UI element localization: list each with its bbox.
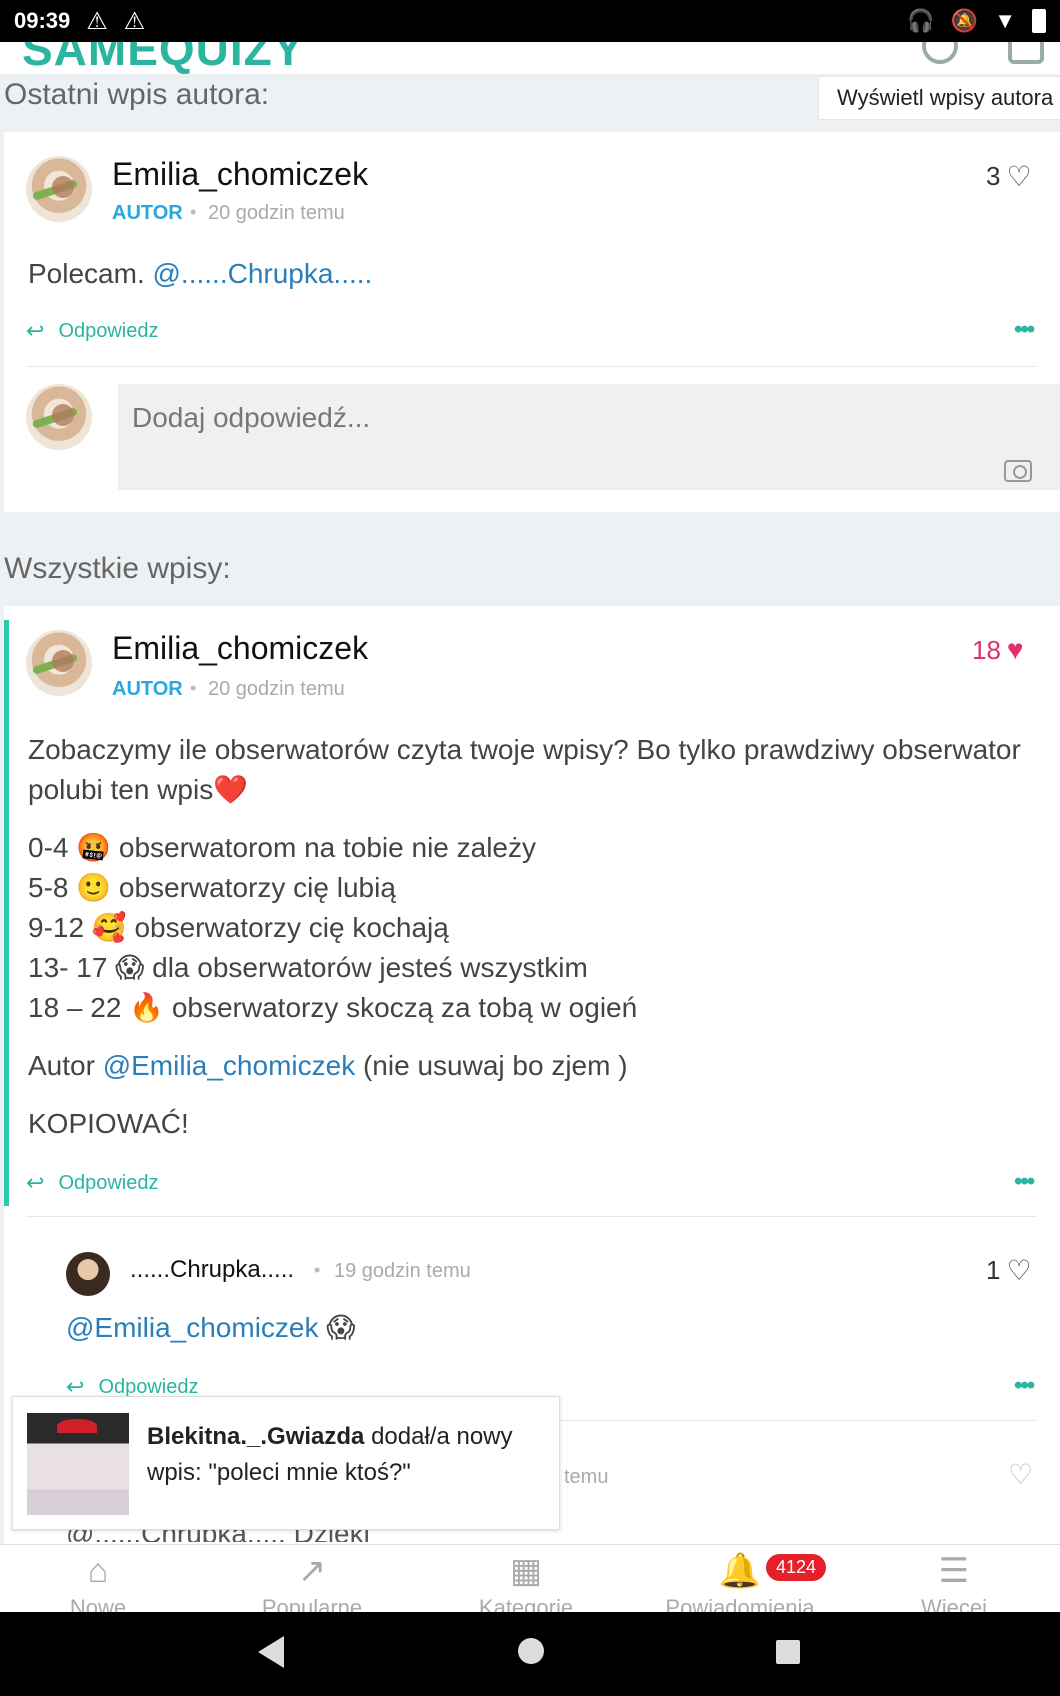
status-bar: 09:39 ⚠ ⚠ 🎧 🔕 ▼ xyxy=(0,0,1060,42)
separator-dot: • xyxy=(190,202,197,222)
post-intro: Zobaczymy ile obserwatorów czyta twoje w… xyxy=(28,734,1021,805)
trending-icon: ↗ xyxy=(297,1552,327,1590)
avatar[interactable] xyxy=(26,156,92,222)
comment-avatar[interactable] xyxy=(66,1252,110,1296)
home-icon: ⌂ xyxy=(87,1552,109,1590)
headset-icon: 🎧 xyxy=(907,8,935,33)
app-logo[interactable]: SAMEQUIZY xyxy=(22,42,304,74)
mention-link[interactable]: @Emilia_chomiczek xyxy=(103,1050,356,1081)
nav-item-more[interactable]: ☰ Więcej xyxy=(848,1545,1060,1621)
post-line: 9-12 🥰 obserwatorzy cię kochają xyxy=(28,912,449,943)
comment-like-button[interactable]: ♡ xyxy=(1008,1458,1033,1491)
author-role-badge: AUTOR xyxy=(112,202,183,224)
notifications-badge: 4124 xyxy=(766,1554,827,1581)
post-time: 20 godzin temu xyxy=(208,678,345,700)
warning-icon: ⚠ xyxy=(123,7,146,35)
divider xyxy=(26,366,1036,367)
toast-message: Blekitna._.Gwiazda dodał/a nowy wpis: "p… xyxy=(147,1419,547,1491)
section-title-all: Wszystkie wpisy: xyxy=(4,552,231,585)
like-button[interactable]: 3 ♡ xyxy=(986,160,1032,193)
battery-icon xyxy=(1032,9,1046,33)
current-user-avatar xyxy=(26,384,92,450)
app-header: SAMEQUIZY xyxy=(0,42,1060,74)
home-button-icon[interactable] xyxy=(518,1638,544,1664)
heart-filled-icon: ♥ xyxy=(1006,634,1024,665)
post-autor-line: Autor @Emilia_chomiczek (nie usuwaj bo z… xyxy=(28,1046,628,1086)
post-time: 20 godzin temu xyxy=(208,202,345,224)
comment-username[interactable]: ......Chrupka..... xyxy=(130,1256,294,1284)
separator-dot: • xyxy=(190,678,197,698)
show-author-posts-button[interactable]: Wyświetl wpisy autora xyxy=(818,76,1060,120)
post-text: Polecam. @......Chrupka..... xyxy=(28,254,372,294)
heart-outline-icon: ♡ xyxy=(1008,1459,1034,1490)
post-line: 18 – 22 🔥 obserwatorzy skoczą za tobą w … xyxy=(28,992,638,1023)
status-time: 09:39 xyxy=(14,8,71,33)
mention-link[interactable]: @Emilia_chomiczek xyxy=(66,1312,319,1343)
new-post-toast[interactable]: Blekitna._.Gwiazda dodał/a nowy wpis: "p… xyxy=(12,1396,560,1530)
menu-icon: ☰ xyxy=(938,1552,970,1590)
system-navigation-bar xyxy=(0,1612,1060,1696)
like-button[interactable]: 18 ♥ xyxy=(972,634,1024,666)
heart-outline-icon: ♡ xyxy=(1006,161,1032,192)
comment-time: temu xyxy=(564,1466,609,1488)
reply-arrow-icon: ↩ xyxy=(26,1170,45,1195)
reply-input[interactable]: Dodaj odpowiedź... xyxy=(118,384,1060,490)
post-line: 5-8 🙂 obserwatorzy cię lubią xyxy=(28,872,396,903)
post-text-prefix: Polecam. xyxy=(28,258,153,289)
comment-time: 19 godzin temu xyxy=(334,1260,471,1282)
divider xyxy=(26,1216,1036,1217)
avatar[interactable] xyxy=(26,630,92,696)
nav-item-categories[interactable]: ▦ Kategorie xyxy=(420,1545,632,1621)
wifi-icon: ▼ xyxy=(994,8,1016,33)
section-title-latest: Ostatni wpis autora: xyxy=(4,78,270,111)
like-count: 18 xyxy=(972,634,1001,665)
nav-item-new[interactable]: ⌂ Nowe xyxy=(0,1545,204,1621)
highlight-bar xyxy=(4,620,9,1206)
post-username[interactable]: Emilia_chomiczek xyxy=(112,156,368,193)
warning-icon: ⚠ xyxy=(86,7,108,35)
post-username[interactable]: Emilia_chomiczek xyxy=(112,630,368,667)
mention-link[interactable]: @......Chrupka..... xyxy=(153,258,373,289)
post-copy-text: KOPIOWAĆ! xyxy=(28,1108,189,1139)
comment-like-button[interactable]: 1 ♡ xyxy=(986,1254,1032,1287)
reply-label: Odpowiedz xyxy=(58,1171,159,1194)
add-post-icon[interactable] xyxy=(1008,42,1044,64)
camera-icon[interactable] xyxy=(1004,460,1032,482)
grid-icon: ▦ xyxy=(509,1552,543,1590)
reply-button[interactable]: ↩ Odpowiedz xyxy=(26,318,159,344)
toast-username: Blekitna._.Gwiazda xyxy=(147,1423,365,1450)
autor-suffix: (nie usuwaj bo zjem ) xyxy=(355,1050,628,1081)
back-icon[interactable] xyxy=(258,1636,284,1668)
comment-emoji: 😱 xyxy=(318,1312,356,1343)
autor-prefix: Autor xyxy=(28,1050,103,1081)
bottom-navigation: ⌂ Nowe ↗ Popularne ▦ Kategorie 🔔 Powiado… xyxy=(0,1544,1060,1620)
like-count: 3 xyxy=(986,161,1001,191)
more-options-button[interactable]: ••• xyxy=(1014,1372,1035,1400)
like-count: 1 xyxy=(986,1255,1001,1285)
post-line: 13- 17 😱 dla obserwatorów jesteś wszystk… xyxy=(28,952,588,983)
more-options-button[interactable]: ••• xyxy=(1014,1168,1035,1196)
reply-label: Odpowiedz xyxy=(58,319,159,342)
author-role-badge: AUTOR xyxy=(112,678,183,700)
separator-dot: • xyxy=(314,1260,321,1280)
reply-button[interactable]: ↩ Odpowiedz xyxy=(26,1170,159,1196)
toast-user-photo xyxy=(27,1413,129,1515)
reply-arrow-icon: ↩ xyxy=(26,318,45,343)
recent-apps-icon[interactable] xyxy=(776,1640,800,1664)
nav-item-popular[interactable]: ↗ Popularne xyxy=(206,1545,418,1621)
heart-outline-icon: ♡ xyxy=(1006,1255,1032,1286)
comment-text: @Emilia_chomiczek 😱 xyxy=(66,1308,355,1348)
more-options-button[interactable]: ••• xyxy=(1014,316,1035,344)
post-line: 0-4 🤬 obserwatorom na tobie nie zależy xyxy=(28,832,537,863)
reply-placeholder: Dodaj odpowiedź... xyxy=(132,402,371,433)
notifications-off-icon: 🔕 xyxy=(950,8,979,33)
search-icon[interactable] xyxy=(922,42,958,64)
